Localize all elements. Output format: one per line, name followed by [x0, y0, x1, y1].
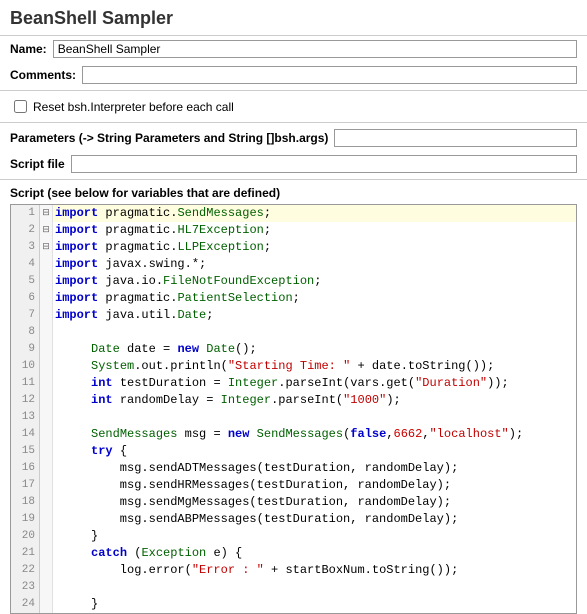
code-line[interactable]: int randomDelay = Integer.parseInt("1000…: [53, 392, 576, 409]
code-line[interactable]: import pragmatic.HL7Exception;: [53, 222, 576, 239]
page-title: BeanShell Sampler: [0, 0, 587, 36]
code-line[interactable]: msg.sendHRMessages(testDuration, randomD…: [53, 477, 576, 494]
name-label: Name:: [10, 42, 47, 56]
code-line[interactable]: try {: [53, 443, 576, 460]
code-line[interactable]: [53, 579, 576, 596]
script-label: Script (see below for variables that are…: [10, 186, 280, 200]
code-line[interactable]: [53, 409, 576, 426]
code-line[interactable]: import pragmatic.SendMessages;: [53, 205, 576, 222]
name-input[interactable]: [53, 40, 577, 58]
code-line[interactable]: }: [53, 596, 576, 613]
code-line[interactable]: import pragmatic.LLPException;: [53, 239, 576, 256]
code-line[interactable]: msg.sendMgMessages(testDuration, randomD…: [53, 494, 576, 511]
script-file-label: Script file: [10, 157, 65, 171]
code-line[interactable]: import java.io.FileNotFoundException;: [53, 273, 576, 290]
parameters-input[interactable]: [334, 129, 577, 147]
code-line[interactable]: log.error("Error : " + startBoxNum.toStr…: [53, 562, 576, 579]
code-line[interactable]: SendMessages msg = new SendMessages(fals…: [53, 426, 576, 443]
code-line[interactable]: int testDuration = Integer.parseInt(vars…: [53, 375, 576, 392]
script-file-input[interactable]: [71, 155, 577, 173]
comments-input[interactable]: [82, 66, 577, 84]
comments-label: Comments:: [10, 68, 76, 82]
reset-interpreter-checkbox[interactable]: [14, 100, 27, 113]
code-line[interactable]: msg.sendABPMessages(testDuration, random…: [53, 511, 576, 528]
reset-interpreter-label: Reset bsh.Interpreter before each call: [33, 100, 234, 114]
code-line[interactable]: import pragmatic.PatientSelection;: [53, 290, 576, 307]
line-gutter: 123456789101112131415161718192021222324: [11, 205, 40, 613]
code-area[interactable]: import pragmatic.SendMessages;import pra…: [53, 205, 576, 613]
code-line[interactable]: import java.util.Date;: [53, 307, 576, 324]
code-line[interactable]: [53, 324, 576, 341]
code-line[interactable]: System.out.println("Starting Time: " + d…: [53, 358, 576, 375]
fold-column[interactable]: ⊟⊟⊟: [40, 205, 53, 613]
code-line[interactable]: import javax.swing.*;: [53, 256, 576, 273]
code-line[interactable]: Date date = new Date();: [53, 341, 576, 358]
code-line[interactable]: }: [53, 528, 576, 545]
parameters-label: Parameters (-> String Parameters and Str…: [10, 131, 328, 145]
code-line[interactable]: msg.sendADTMessages(testDuration, random…: [53, 460, 576, 477]
code-line[interactable]: catch (Exception e) {: [53, 545, 576, 562]
